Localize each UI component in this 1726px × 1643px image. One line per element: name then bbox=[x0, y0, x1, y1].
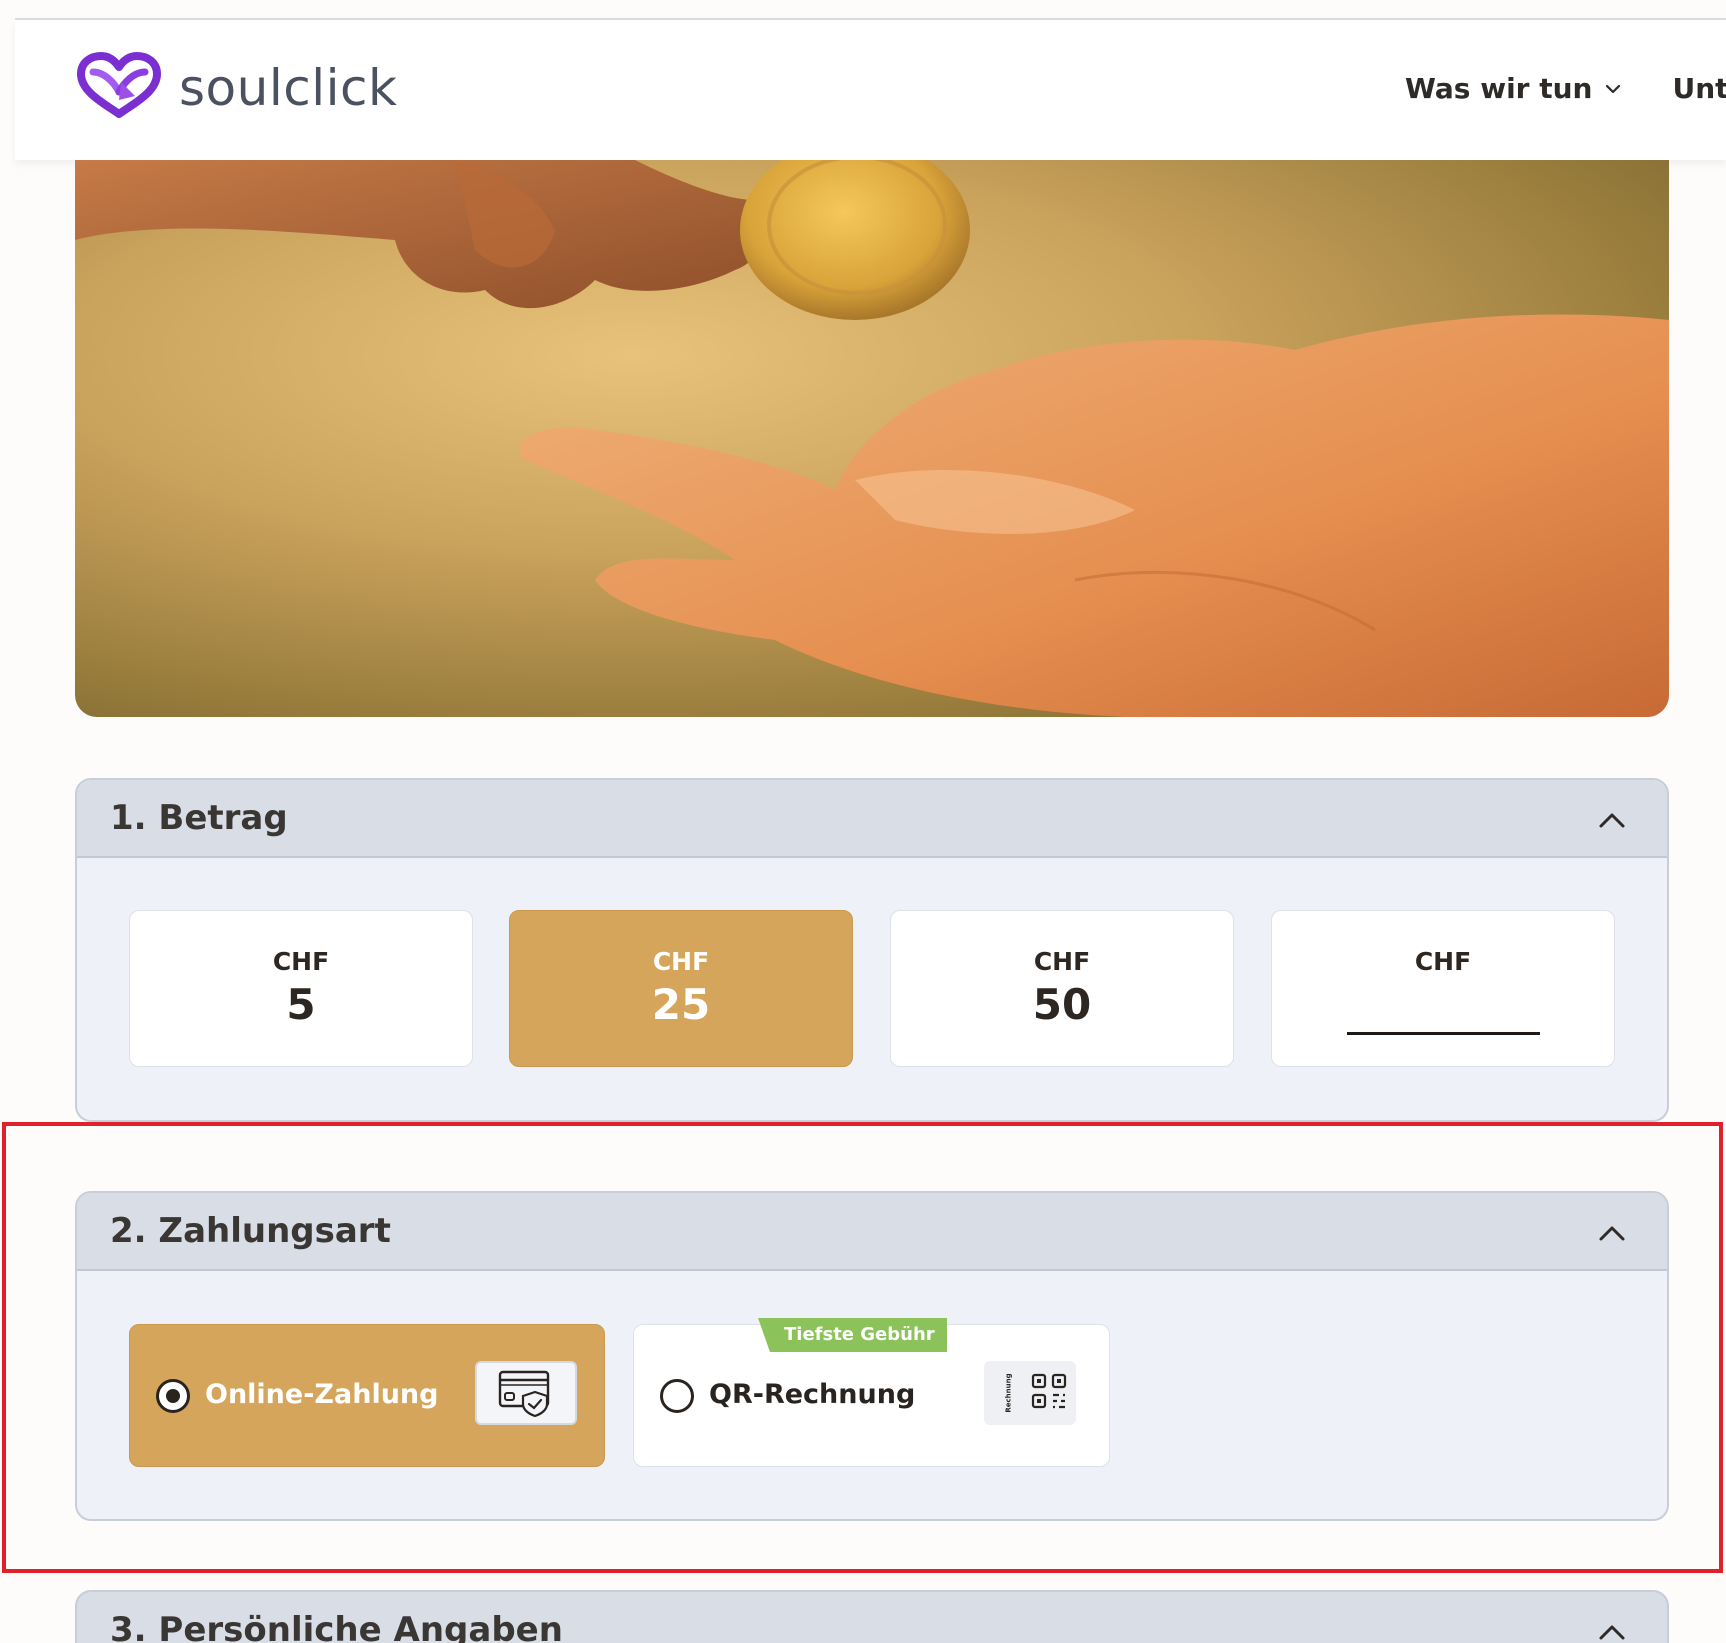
amount-option-25[interactable]: CHF 25 bbox=[509, 910, 853, 1067]
main-nav: Was wir tun Unte bbox=[1405, 72, 1726, 105]
custom-amount-input[interactable] bbox=[1347, 1032, 1540, 1035]
amount-currency: CHF bbox=[1033, 947, 1091, 976]
amount-value: 50 bbox=[1032, 980, 1092, 1029]
amount-currency: CHF bbox=[272, 947, 330, 976]
chevron-up-icon[interactable] bbox=[1597, 1622, 1627, 1642]
site-header: soulclick Was wir tun Unte bbox=[15, 20, 1726, 160]
amount-option-custom[interactable]: CHF bbox=[1271, 910, 1615, 1067]
nav-item-label: Unte bbox=[1672, 72, 1726, 105]
chevron-down-icon bbox=[1606, 84, 1621, 93]
nav-item-was-wir-tun[interactable]: Was wir tun bbox=[1405, 72, 1622, 105]
amount-value: 25 bbox=[651, 980, 711, 1029]
highlight-annotation bbox=[2, 1122, 1723, 1573]
nav-item-label: Was wir tun bbox=[1405, 72, 1593, 105]
logo[interactable]: soulclick bbox=[75, 52, 397, 124]
amount-panel-header[interactable]: 1. Betrag bbox=[77, 780, 1667, 858]
amount-currency: CHF bbox=[1414, 947, 1472, 976]
chevron-up-icon[interactable] bbox=[1597, 810, 1627, 830]
nav-item-unte[interactable]: Unte bbox=[1672, 72, 1726, 105]
personal-panel-clip: 3. Persönliche Angaben bbox=[0, 1590, 1726, 1643]
hero-image bbox=[75, 160, 1669, 717]
amount-panel-title: 1. Betrag bbox=[110, 798, 288, 838]
personal-panel-title: 3. Persönliche Angaben bbox=[110, 1610, 563, 1643]
heart-logo-icon bbox=[75, 52, 163, 124]
amount-value: 5 bbox=[286, 980, 316, 1029]
amount-currency: CHF bbox=[652, 947, 710, 976]
amount-option-50[interactable]: CHF 50 bbox=[890, 910, 1234, 1067]
logo-text: soulclick bbox=[179, 59, 398, 117]
personal-panel[interactable]: 3. Persönliche Angaben bbox=[75, 1590, 1669, 1643]
amount-option-5[interactable]: CHF 5 bbox=[129, 910, 473, 1067]
